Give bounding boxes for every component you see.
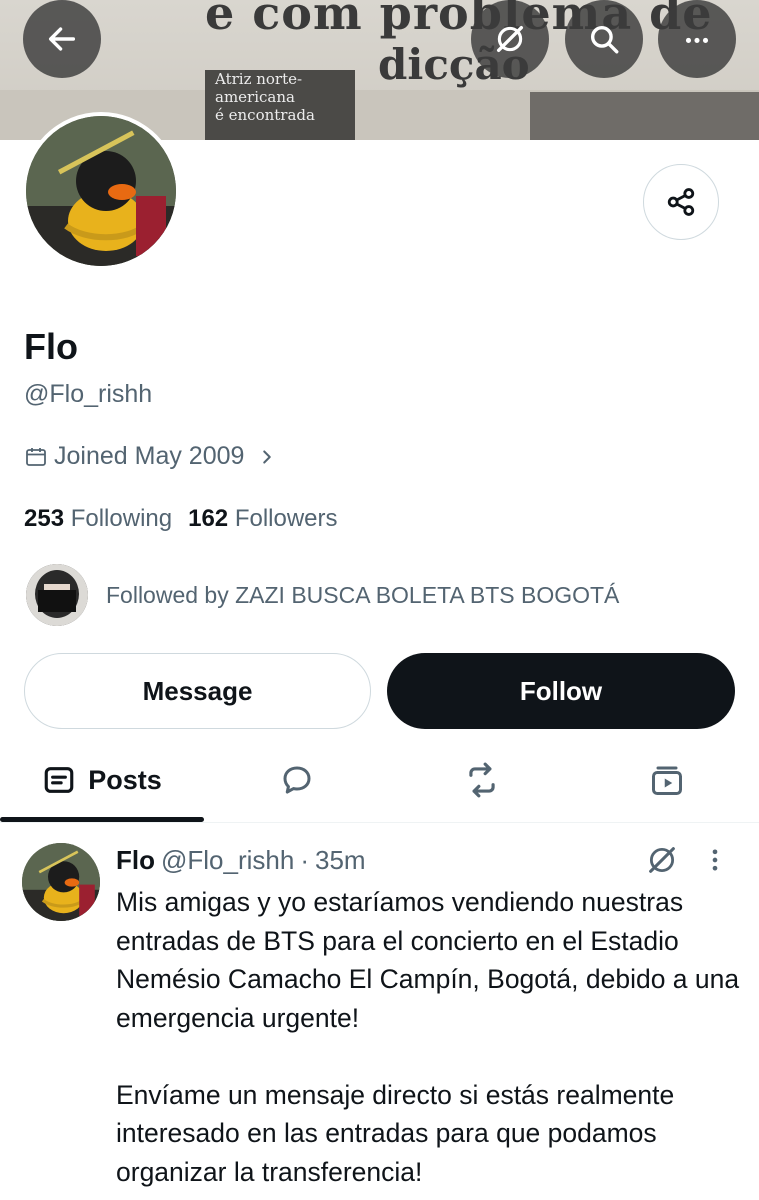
more-horizontal-icon: [685, 37, 709, 43]
tab-posts-label: Posts: [88, 764, 162, 795]
tab-reposts[interactable]: [389, 740, 574, 820]
reply-icon: [283, 766, 310, 794]
duck-avatar-illustration: [26, 116, 176, 266]
following-count: 253: [24, 505, 65, 532]
post-author-name[interactable]: Flo: [116, 845, 155, 876]
follow-button[interactable]: Follow: [387, 653, 735, 729]
followers-stat[interactable]: 162 Followers: [188, 505, 337, 533]
search-icon: [590, 25, 619, 54]
post-separator: ·: [300, 845, 309, 875]
post-paragraph: Mis amigas y yo estaríamos vendiendo nue…: [116, 887, 740, 1033]
followed-by-text: Followed by ZAZI BUSCA BOLETA BTS BOGOTÁ: [106, 581, 620, 608]
post-text: Mis amigas y yo estaríamos vendiendo nue…: [116, 883, 746, 1200]
profile-avatar[interactable]: [22, 112, 180, 270]
post-header: Flo @Flo_rishh · 35m: [116, 845, 366, 876]
arrow-left-icon: [48, 27, 76, 51]
chevron-right-icon: [263, 449, 272, 464]
follower-avatar-image: [26, 564, 88, 626]
grok-icon[interactable]: [645, 843, 679, 877]
repost-icon: [468, 762, 495, 798]
post-actions-top: [645, 843, 721, 877]
grok-button[interactable]: [471, 0, 549, 78]
duck-avatar-illustration: [22, 843, 100, 921]
posts-icon: [44, 767, 74, 793]
profile-display-name: Flo: [24, 326, 78, 367]
search-button[interactable]: [565, 0, 643, 78]
joined-date[interactable]: Joined May 2009: [24, 442, 278, 471]
banner-photo: [530, 92, 759, 140]
followers-label: Followers: [234, 505, 338, 532]
banner-caption-line: Atriz norte-: [215, 70, 303, 88]
tab-media[interactable]: [574, 740, 759, 820]
post-author-avatar[interactable]: [22, 843, 100, 921]
joined-date-text: Joined May 2009: [54, 442, 245, 470]
post-author-handle[interactable]: @Flo_rishh: [161, 845, 294, 876]
share-button[interactable]: [643, 164, 719, 240]
post-item[interactable]: Flo @Flo_rishh · 35m Mis amigas y yo est…: [0, 823, 759, 1200]
profile-stats: 253 Following 162 Followers: [24, 505, 338, 533]
grok-icon: [496, 25, 524, 53]
profile-tabs: Posts: [0, 740, 759, 822]
calendar-icon: [26, 447, 46, 466]
profile-handle: @Flo_rishh: [24, 380, 153, 408]
post-timestamp[interactable]: 35m: [315, 845, 366, 876]
post-paragraph: Envíame un mensaje directo si estás real…: [116, 1079, 675, 1187]
banner-caption-box: Atriz norte- americana é encontrada: [205, 70, 355, 140]
tab-posts[interactable]: Posts: [0, 740, 204, 820]
tab-replies[interactable]: [204, 740, 389, 820]
follower-avatar: [26, 564, 88, 626]
followers-count: 162: [188, 505, 229, 532]
more-vertical-icon[interactable]: [709, 846, 721, 874]
message-button[interactable]: Message: [24, 653, 371, 729]
media-icon: [651, 766, 682, 795]
more-button[interactable]: [658, 0, 736, 78]
following-label: Following: [70, 505, 173, 532]
share-icon: [667, 188, 695, 216]
avatar-image: [26, 116, 176, 266]
following-stat[interactable]: 253 Following: [24, 505, 172, 533]
banner-caption-line: é encontrada: [215, 106, 315, 124]
banner-caption-line: americana: [215, 88, 295, 106]
back-button[interactable]: [23, 0, 101, 78]
followed-by-row[interactable]: Followed by ZAZI BUSCA BOLETA BTS BOGOTÁ: [26, 564, 619, 626]
